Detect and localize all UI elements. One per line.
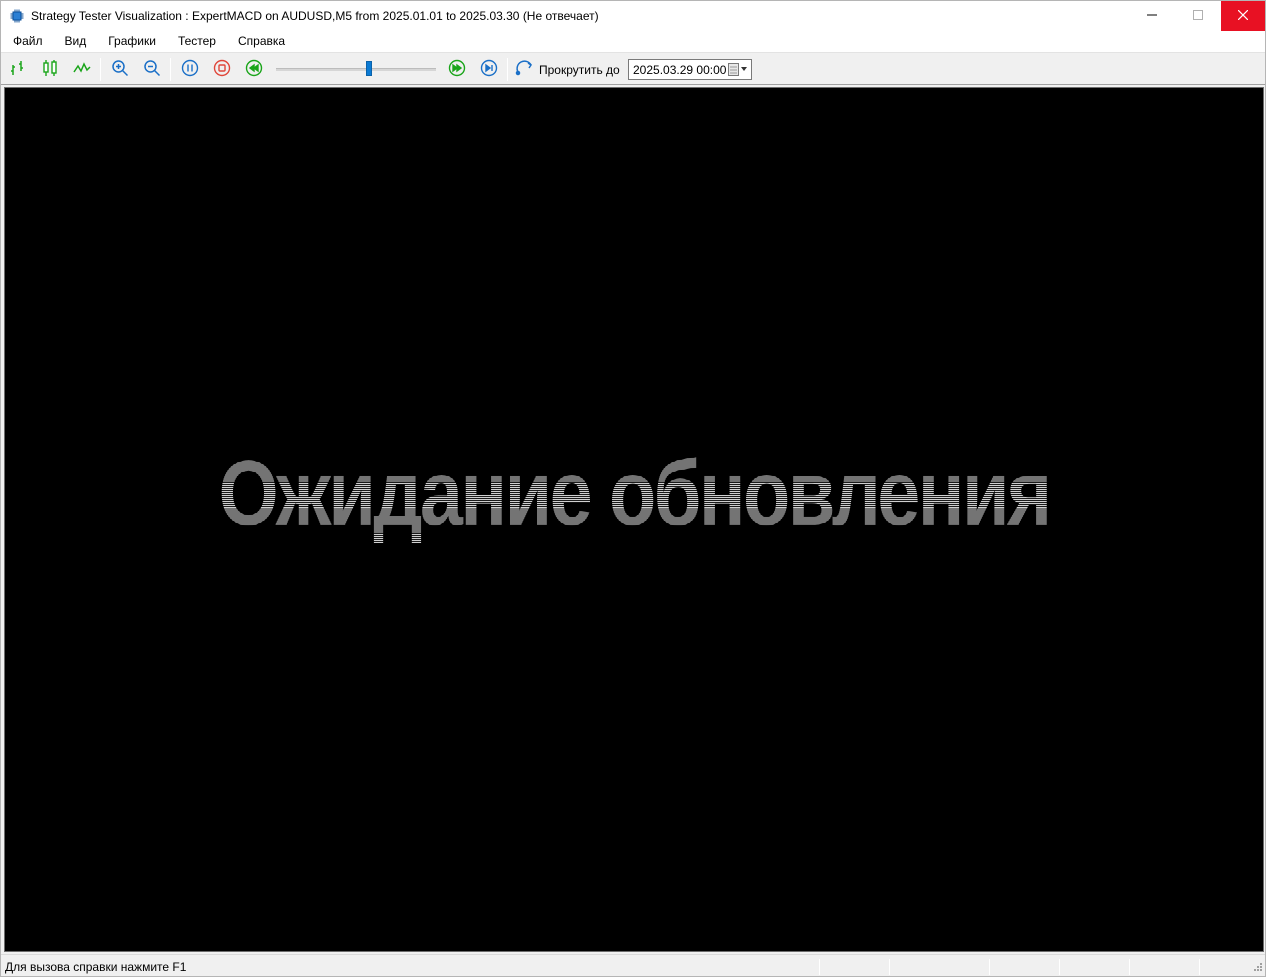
- skip-to-end-icon: [480, 59, 498, 80]
- rewind-icon: [245, 59, 263, 80]
- scroll-to-date-value[interactable]: 2025.03.29 00:00: [633, 63, 726, 77]
- status-help-text: Для вызова справки нажмите F1: [5, 960, 187, 974]
- scroll-to-icon: [515, 59, 535, 80]
- bar-chart-icon: [9, 59, 27, 80]
- menu-bar: Файл Вид Графики Тестер Справка: [1, 31, 1265, 52]
- skip-to-end-button[interactable]: [478, 58, 500, 80]
- toolbar-separator: [507, 58, 508, 81]
- fast-forward-button[interactable]: [446, 58, 468, 80]
- rewind-button[interactable]: [243, 58, 265, 80]
- minimize-icon: [1147, 9, 1157, 23]
- toolbar-separator: [170, 58, 171, 81]
- resize-grip-icon[interactable]: [1251, 962, 1263, 974]
- line-chart-button[interactable]: [71, 58, 93, 80]
- scroll-to-label: Прокрутить до: [539, 63, 620, 77]
- scroll-to-date-picker[interactable]: 2025.03.29 00:00: [628, 59, 752, 80]
- zoom-in-button[interactable]: [109, 58, 131, 80]
- status-cell-divider: [989, 959, 990, 975]
- toolbar: Прокрутить до 2025.03.29 00:00: [1, 52, 1265, 85]
- menu-view[interactable]: Вид: [54, 31, 98, 52]
- scroll-to-button[interactable]: [514, 58, 536, 80]
- stop-button[interactable]: [211, 58, 233, 80]
- chip-icon: [10, 9, 24, 23]
- menu-file[interactable]: Файл: [1, 31, 54, 52]
- zoom-out-icon: [143, 59, 161, 80]
- stop-icon: [213, 59, 231, 80]
- candlestick-chart-icon: [41, 59, 59, 80]
- pause-icon: [181, 59, 199, 80]
- waiting-update-message: Ожидание обновления: [93, 442, 1175, 547]
- menu-help[interactable]: Справка: [227, 31, 296, 52]
- speed-slider-track[interactable]: [276, 68, 436, 71]
- status-cell-divider: [889, 959, 890, 975]
- bar-chart-button[interactable]: [7, 58, 29, 80]
- candlestick-chart-button[interactable]: [39, 58, 61, 80]
- fast-forward-icon: [448, 59, 466, 80]
- speed-slider-thumb[interactable]: [365, 61, 372, 76]
- status-cell-divider: [1129, 959, 1130, 975]
- tester-window: Strategy Tester Visualization : ExpertMA…: [0, 0, 1266, 977]
- calendar-dropdown-icon[interactable]: [727, 62, 749, 77]
- menu-tester[interactable]: Тестер: [167, 31, 227, 52]
- status-cell-divider: [819, 959, 820, 975]
- line-chart-icon: [73, 59, 91, 80]
- menu-charts[interactable]: Графики: [97, 31, 167, 52]
- maximize-button[interactable]: [1175, 1, 1221, 31]
- status-cell-divider: [1199, 959, 1200, 975]
- close-button[interactable]: [1221, 1, 1265, 31]
- zoom-out-button[interactable]: [141, 58, 163, 80]
- pause-button[interactable]: [179, 58, 201, 80]
- title-bar[interactable]: Strategy Tester Visualization : ExpertMA…: [1, 1, 1265, 31]
- window-title: Strategy Tester Visualization : ExpertMA…: [31, 9, 599, 23]
- toolbar-separator: [100, 58, 101, 81]
- minimize-button[interactable]: [1129, 1, 1175, 31]
- zoom-in-icon: [111, 59, 129, 80]
- status-bar: Для вызова справки нажмите F1: [1, 954, 1265, 976]
- maximize-icon: [1193, 9, 1203, 23]
- chart-area[interactable]: Ожидание обновления: [4, 87, 1264, 952]
- status-cell-divider: [1059, 959, 1060, 975]
- close-icon: [1237, 9, 1249, 23]
